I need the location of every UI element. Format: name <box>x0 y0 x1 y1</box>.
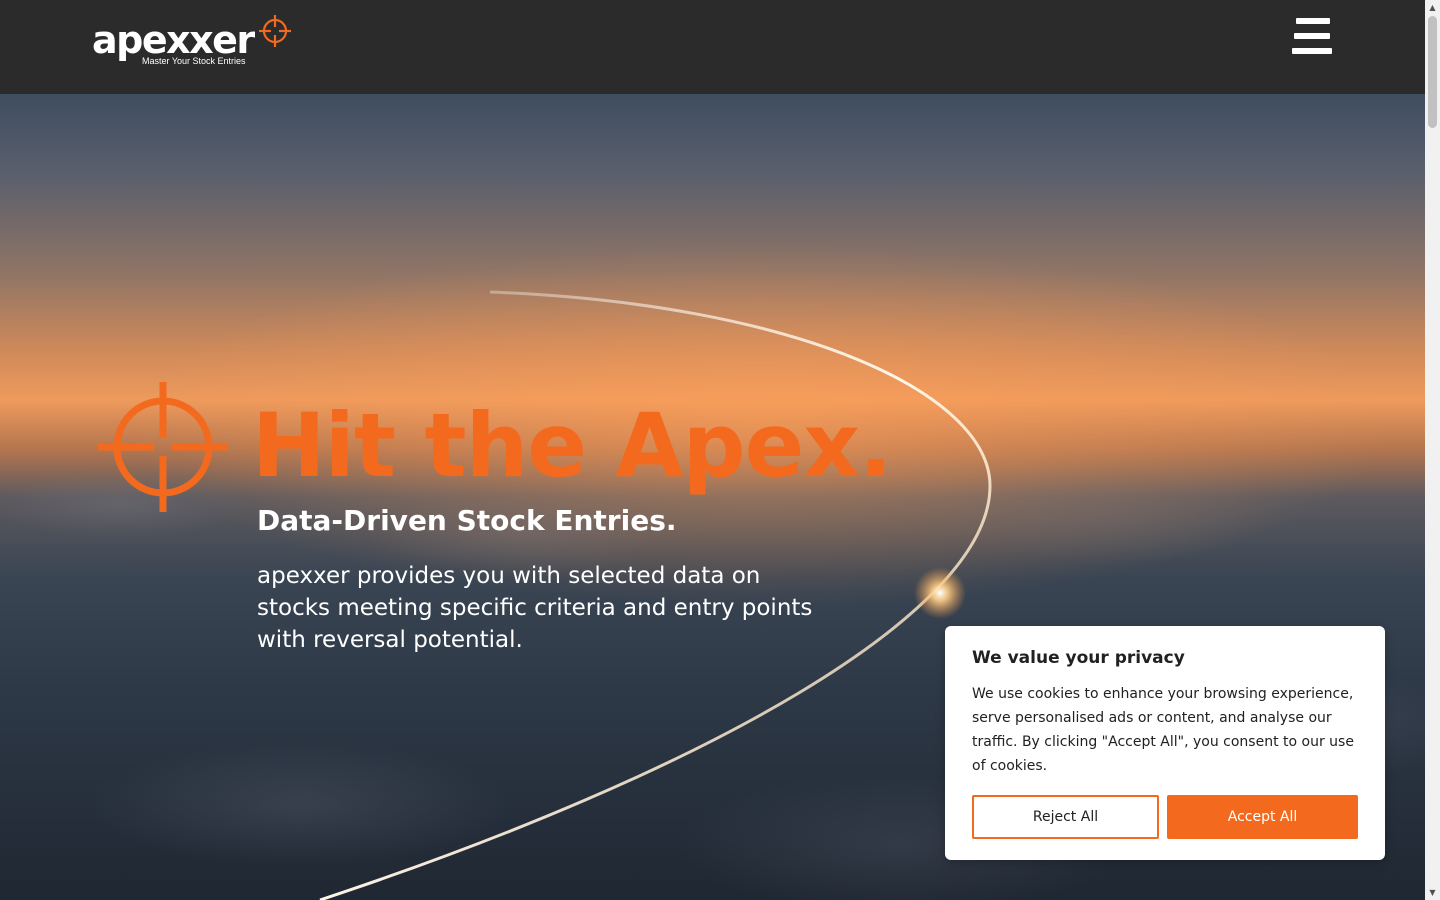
hero-description: apexxer provides you with selected data … <box>257 563 813 653</box>
hero-subtitle: Data-Driven Stock Entries. <box>257 504 677 537</box>
logo-tagline: Master Your Stock Entries <box>142 56 246 66</box>
page-scrollbar[interactable]: ▲ ▼ <box>1425 0 1440 900</box>
menu-bar-bottom <box>1292 48 1332 54</box>
cookie-banner-text: We use cookies to enhance your browsing … <box>972 686 1354 774</box>
scroll-up-arrow-icon[interactable]: ▲ <box>1425 0 1440 15</box>
menu-bar-middle <box>1294 33 1330 39</box>
accept-all-button[interactable]: Accept All <box>1167 795 1358 839</box>
scrollbar-thumb[interactable] <box>1428 16 1437 128</box>
crosshair-icon <box>98 382 228 512</box>
menu-bar-top <box>1296 18 1330 24</box>
crosshair-icon <box>259 15 291 47</box>
site-header: apexxer Master Your Stock Entries <box>0 0 1425 94</box>
scroll-down-arrow-icon[interactable]: ▼ <box>1425 885 1440 900</box>
cookie-banner-title: We value your privacy <box>972 648 1185 668</box>
reject-all-button[interactable]: Reject All <box>972 795 1159 839</box>
hero-title: Hit the Apex. <box>252 394 893 497</box>
logo[interactable]: apexxer Master Your Stock Entries <box>92 14 302 70</box>
hamburger-menu-icon[interactable] <box>1292 18 1334 54</box>
cookie-consent-banner: We value your privacy We use cookies to … <box>945 626 1385 860</box>
